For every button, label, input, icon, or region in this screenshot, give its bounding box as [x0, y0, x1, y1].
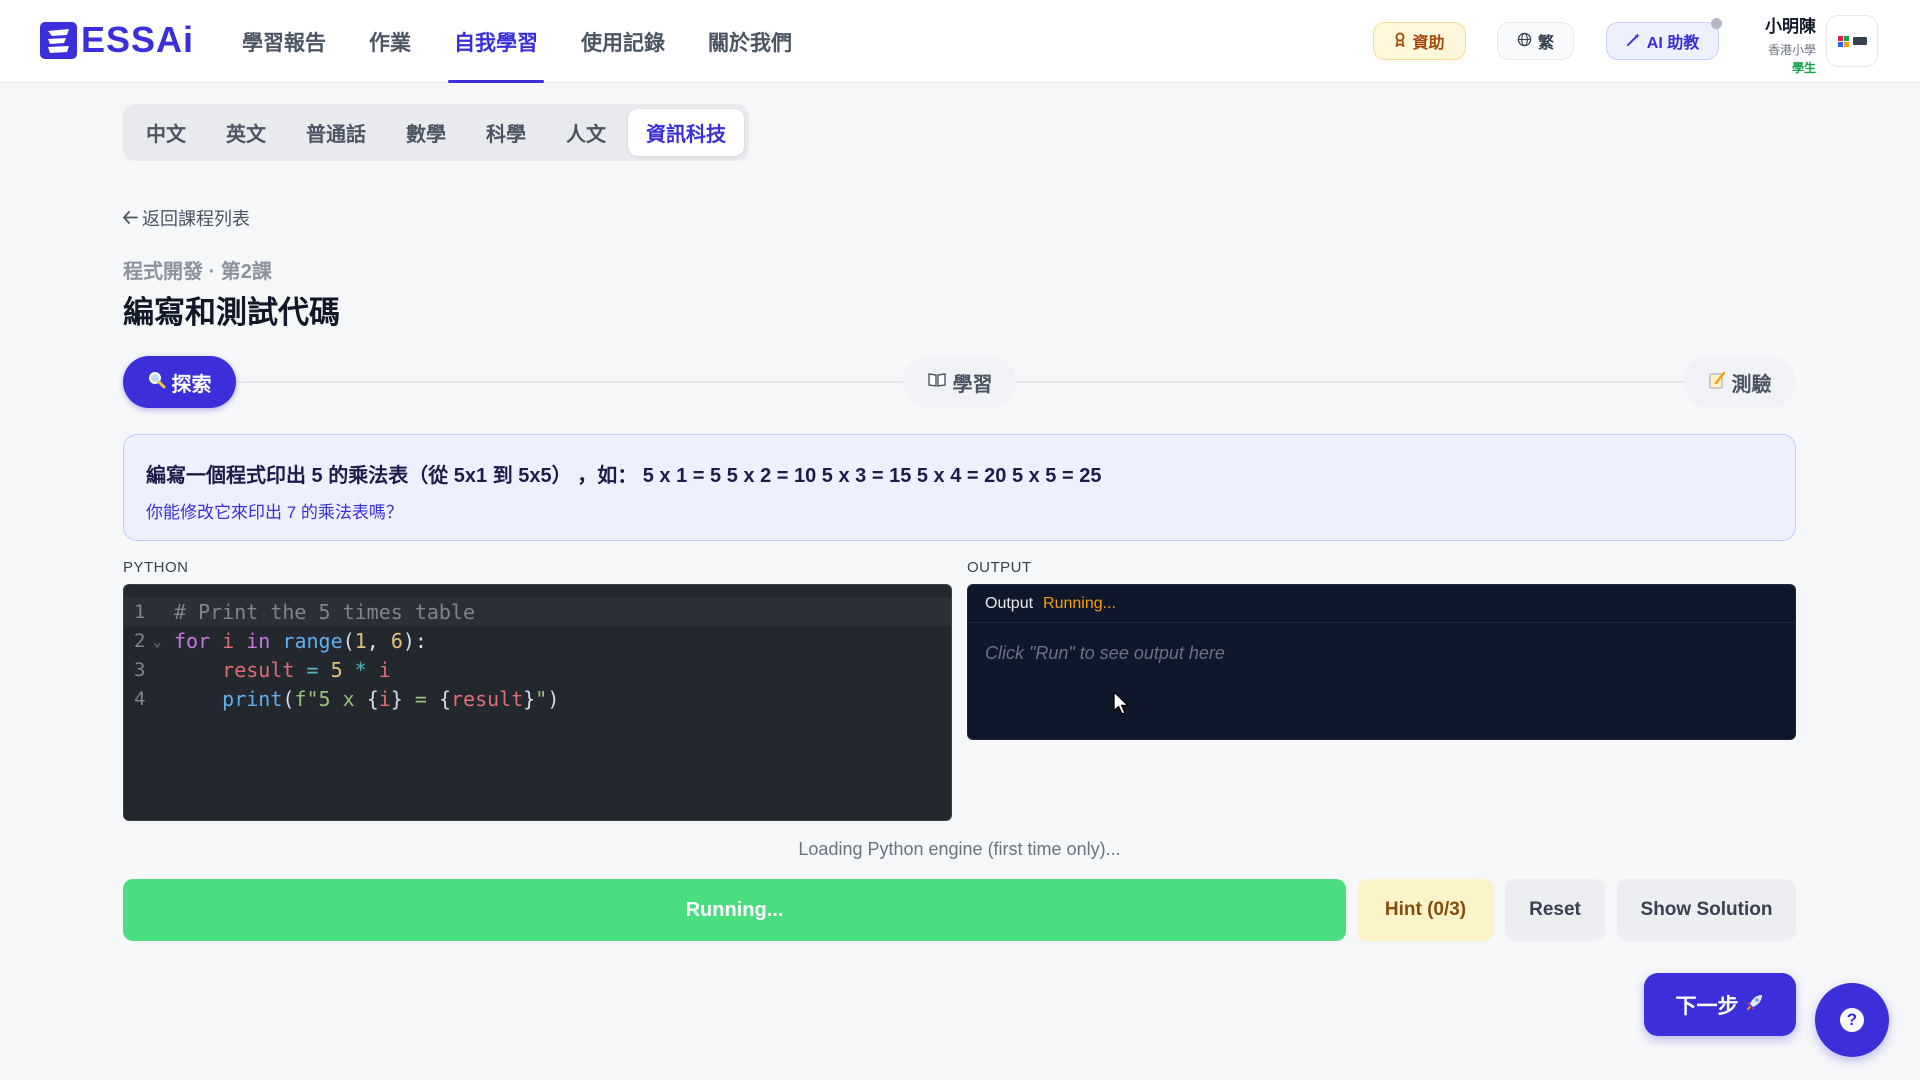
code-text: result = 5 * i: [222, 657, 391, 682]
step-learn[interactable]: 學習: [903, 356, 1016, 408]
step-explore-label: 探索: [171, 373, 212, 396]
show-solution-button[interactable]: Show Solution: [1617, 879, 1796, 941]
nav-item-reports[interactable]: 學習報告: [236, 0, 332, 83]
ai-assistant-label: AI 助教: [1646, 35, 1700, 52]
school-logo-mark: [1837, 35, 1849, 47]
logo-text: ESSAi: [81, 19, 195, 60]
user-name: 小明陳: [1765, 17, 1816, 36]
help-button[interactable]: ?: [1815, 983, 1889, 1057]
task-main-text: 編寫一個程式印出 5 的乘法表（從 5x1 到 5x5） ，如： 5 x 1 =…: [146, 465, 1102, 487]
code-text: print(f"5 x {i} = {result}"): [222, 686, 560, 711]
subject-tabs: 中文 英文 普通話 數學 科學 人文 資訊科技: [123, 104, 749, 161]
sponsor-label: 資助: [1412, 35, 1445, 52]
sponsor-button[interactable]: 資助: [1373, 22, 1466, 60]
logo-mark-icon: [40, 21, 77, 59]
output-placeholder: Click "Run" to see output here: [985, 643, 1225, 663]
tab-humanities[interactable]: 人文: [548, 109, 624, 156]
next-step-label: 下一步: [1675, 994, 1739, 1018]
step-explore[interactable]: 探索: [123, 356, 236, 408]
step-quiz-label: 測驗: [1731, 373, 1772, 396]
code-text: # Print the 5 times table: [174, 599, 476, 624]
magnifier-icon: [148, 371, 166, 394]
nav-item-usage-records[interactable]: 使用記錄: [575, 0, 671, 83]
output-title: Output: [985, 594, 1034, 612]
main-nav: 學習報告 作業 自我學習 使用記錄 關於我們: [236, 0, 829, 83]
output-panel: Output Running... Click "Run" to see out…: [967, 584, 1796, 740]
school-logo-wordmark: [1852, 37, 1867, 45]
output-status: Running...: [1043, 594, 1116, 612]
run-button[interactable]: Running...: [123, 879, 1346, 941]
code-line[interactable]: 1 # Print the 5 times table: [124, 597, 951, 626]
ai-assistant-button[interactable]: AI 助教: [1606, 22, 1719, 60]
task-description: 編寫一個程式印出 5 的乘法表（從 5x1 到 5x5） ，如： 5 x 1 =…: [123, 434, 1796, 541]
back-to-course-list-link[interactable]: 返回課程列表: [123, 205, 250, 231]
tab-putonghua[interactable]: 普通話: [288, 109, 384, 156]
book-icon: [927, 372, 947, 393]
task-challenge-text: 你能修改它來印出 7 的乘法表嗎？: [146, 503, 403, 522]
help-question-icon: ?: [1840, 1008, 1864, 1032]
fold-chevron-icon[interactable]: ⌄: [153, 634, 161, 650]
arrow-left-icon: [123, 208, 138, 229]
language-label: 繁: [1537, 35, 1554, 52]
code-editor[interactable]: 1 # Print the 5 times table 2 ⌄ for i in …: [123, 584, 952, 821]
lesson-title: 編寫和測試代碼: [123, 295, 340, 330]
line-number: 1: [134, 600, 146, 623]
globe-icon: [1517, 32, 1532, 51]
code-line[interactable]: 3 result = 5 * i: [124, 655, 951, 684]
step-learn-label: 學習: [952, 373, 993, 396]
tab-science[interactable]: 科學: [468, 109, 544, 156]
memo-icon: [1708, 371, 1726, 394]
user-info[interactable]: 小明陳 香港小學 學生: [1740, 12, 1816, 76]
next-step-button[interactable]: 下一步: [1644, 973, 1796, 1036]
user-role: 學生: [1791, 61, 1816, 75]
nav-item-homework[interactable]: 作業: [363, 0, 417, 83]
output-label: OUTPUT: [967, 559, 1032, 576]
tab-ict[interactable]: 資訊科技: [628, 109, 744, 156]
rocket-icon: [1745, 992, 1765, 1018]
tab-english[interactable]: 英文: [208, 109, 284, 156]
editor-label: PYTHON: [123, 559, 189, 576]
code-line[interactable]: 2 ⌄ for i in range(1, 6):: [124, 626, 951, 655]
hint-button[interactable]: Hint (0/3): [1357, 879, 1494, 941]
magic-wand-icon: [1626, 32, 1641, 51]
school-logo[interactable]: [1826, 15, 1878, 67]
line-number: 3: [134, 658, 146, 681]
essai-logo[interactable]: ESSAi: [40, 19, 195, 60]
top-header: ESSAi 學習報告 作業 自我學習 使用記錄 關於我們 資助 繁 AI 助教 …: [0, 0, 1920, 83]
tab-math[interactable]: 數學: [388, 109, 464, 156]
reset-button[interactable]: Reset: [1505, 879, 1605, 941]
step-quiz[interactable]: 測驗: [1683, 356, 1796, 408]
code-text: for i in range(1, 6):: [174, 628, 427, 653]
ribbon-icon: [1394, 32, 1406, 51]
tab-chinese[interactable]: 中文: [128, 109, 204, 156]
mouse-pointer-icon: [1113, 691, 1131, 722]
ai-status-dot: [1711, 18, 1722, 29]
back-link-label: 返回課程列表: [142, 209, 250, 229]
output-header: Output Running...: [968, 585, 1795, 623]
user-school: 香港小學: [1767, 43, 1816, 57]
language-button[interactable]: 繁: [1497, 22, 1574, 60]
lesson-subtitle: 程式開發 · 第2課: [123, 261, 272, 283]
loading-status: Loading Python engine (first time only).…: [798, 839, 1121, 859]
line-number: 2 ⌄: [134, 629, 162, 652]
code-line[interactable]: 4 print(f"5 x {i} = {result}"): [124, 684, 951, 713]
nav-item-self-learning[interactable]: 自我學習: [448, 0, 544, 83]
line-number: 4: [134, 687, 146, 710]
nav-item-about-us[interactable]: 關於我們: [702, 0, 798, 83]
